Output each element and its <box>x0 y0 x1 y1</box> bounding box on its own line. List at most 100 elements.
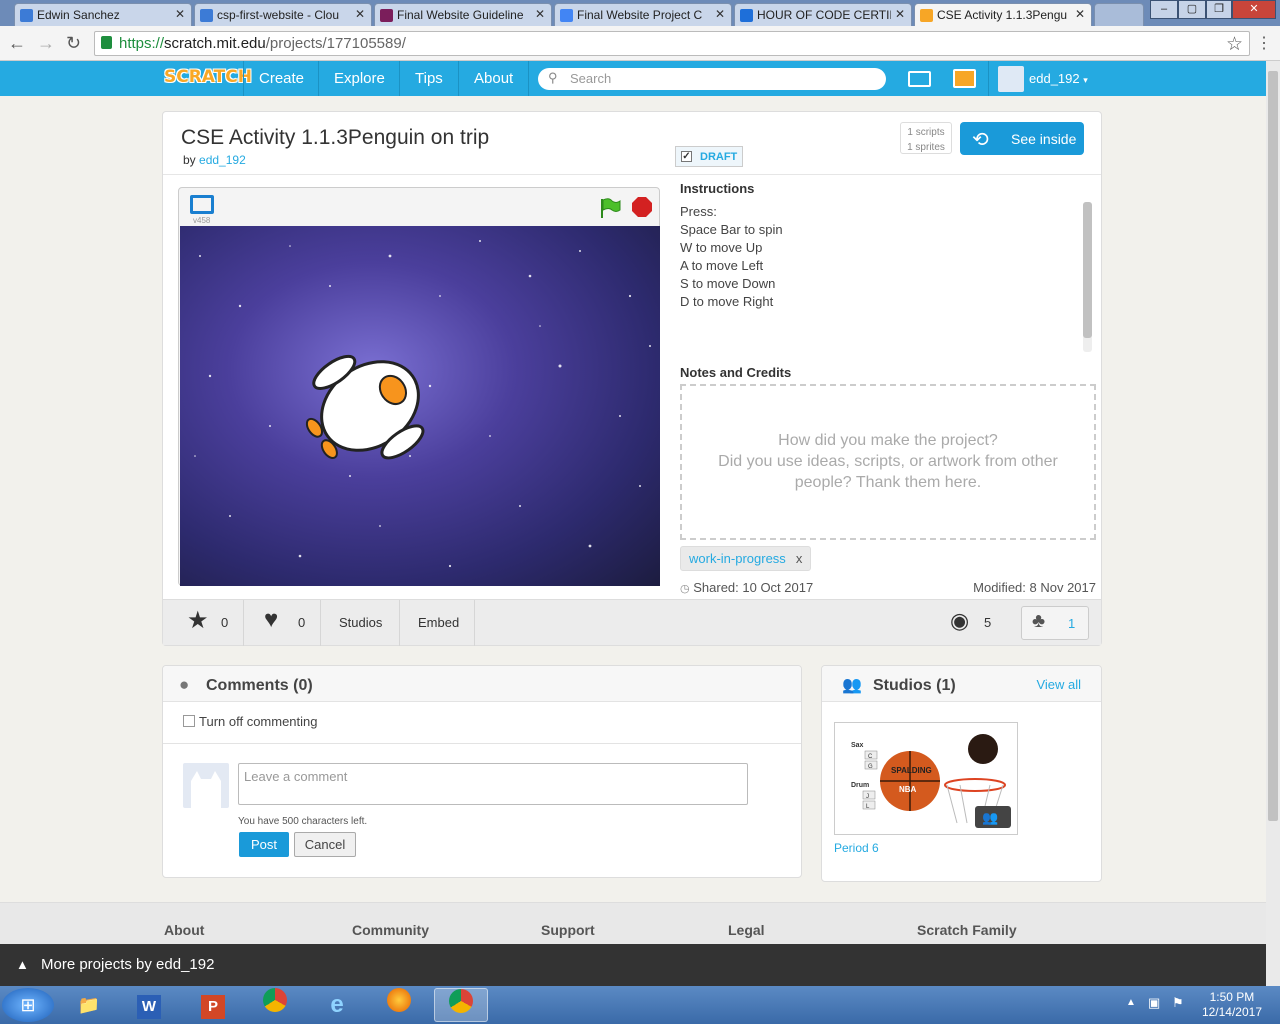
notes-placeholder: How did you make the project? <box>778 432 998 449</box>
turn-off-label: Turn off commenting <box>199 714 318 729</box>
file-explorer-icon[interactable]: 📁 <box>62 988 116 1022</box>
browser-tab[interactable]: csp-first-website - Clou ✕ <box>194 3 372 26</box>
close-icon[interactable]: ✕ <box>1075 7 1085 21</box>
powerpoint-icon[interactable]: P <box>186 988 240 1022</box>
messages-icon[interactable] <box>908 71 931 87</box>
studio-thumbnail[interactable]: Sax C G Drum J L SPALDING NBA 👥 <box>834 722 1018 835</box>
system-clock[interactable]: 1:50 PM 12/14/2017 <box>1202 990 1262 1020</box>
nav-create[interactable]: Create <box>259 70 304 87</box>
nav-about[interactable]: About <box>474 70 513 87</box>
firefox-icon[interactable] <box>372 988 426 1022</box>
internet-explorer-icon[interactable]: e <box>310 988 364 1022</box>
remix-tree-button[interactable]: ♣ 1 <box>1021 606 1089 640</box>
footer-scratch-family[interactable]: Scratch Family <box>917 922 1017 938</box>
nav-username[interactable]: edd_192 ▾ <box>1029 71 1088 86</box>
url-field[interactable]: https://scratch.mit.edu/projects/1771055… <box>94 31 1250 56</box>
maximize-button[interactable]: ❐ <box>1206 0 1232 19</box>
divider <box>163 743 801 744</box>
embed-button[interactable]: Embed <box>418 600 459 646</box>
tag-label[interactable]: work-in-progress <box>689 551 786 566</box>
close-icon[interactable]: ✕ <box>895 7 905 21</box>
chrome-icon[interactable] <box>248 988 302 1022</box>
search-input[interactable]: ⚲ Search <box>538 68 886 90</box>
tab-favicon-icon <box>740 9 753 22</box>
green-flag-icon[interactable] <box>599 197 621 219</box>
reload-icon[interactable]: ↻ <box>66 33 81 54</box>
tab-title: Final Website Project C <box>577 8 703 22</box>
studio-name-link[interactable]: Period 6 <box>834 841 879 855</box>
author-link[interactable]: edd_192 <box>199 153 246 167</box>
eye-icon: ◉ <box>950 608 970 633</box>
tag-remove-icon[interactable]: x <box>796 551 803 566</box>
comment-placeholder: Leave a comment <box>244 769 348 784</box>
remixes-count: 1 <box>1068 616 1076 631</box>
tray-chevron-icon[interactable]: ▲ <box>1126 997 1136 1008</box>
more-projects-bar[interactable]: ▲ More projects by edd_192 <box>0 944 1266 986</box>
stage-canvas[interactable] <box>180 226 660 586</box>
cancel-button[interactable]: Cancel <box>294 832 356 857</box>
site-footer: About Community Support Legal Scratch Fa… <box>0 902 1266 944</box>
chevron-down-icon: ▾ <box>1083 75 1088 85</box>
chrome-active-icon[interactable] <box>434 988 488 1022</box>
browser-tab[interactable]: Edwin Sanchez ✕ <box>14 3 192 26</box>
new-tab-button[interactable] <box>1094 3 1144 26</box>
scrollbar-thumb[interactable] <box>1083 202 1092 338</box>
stop-sign-icon[interactable] <box>631 196 653 218</box>
footer-legal[interactable]: Legal <box>728 922 765 938</box>
loves-count: 0 <box>298 615 306 630</box>
instructions-scrollbar[interactable] <box>1083 202 1092 352</box>
window-close-button[interactable]: ✕ <box>1232 0 1276 19</box>
stats-divider <box>243 600 244 646</box>
browser-tab[interactable]: Final Website Guideline ✕ <box>374 3 552 26</box>
nav-divider <box>528 61 529 96</box>
tab-title: csp-first-website - Clou <box>217 8 340 22</box>
browser-tab-active[interactable]: CSE Activity 1.1.3Pengu ✕ <box>914 3 1092 26</box>
start-button[interactable]: ⊞ <box>2 988 54 1022</box>
notes-field[interactable]: How did you make the project? Did you us… <box>680 384 1096 540</box>
tab-title: CSE Activity 1.1.3Pengu <box>937 8 1068 22</box>
nav-explore[interactable]: Explore <box>334 70 385 87</box>
close-icon[interactable]: ✕ <box>355 7 365 21</box>
tag-chip[interactable]: work-in-progress x <box>680 546 812 571</box>
scratch-logo[interactable]: SCRATCH <box>164 67 252 87</box>
browser-tab[interactable]: HOUR OF CODE CERTIF ✕ <box>734 3 912 26</box>
avatar[interactable] <box>998 66 1024 92</box>
project-stage: v458 <box>178 187 660 586</box>
footer-support[interactable]: Support <box>541 922 595 938</box>
close-icon[interactable]: ✕ <box>175 7 185 21</box>
tab-title: Edwin Sanchez <box>37 8 120 22</box>
nav-tips[interactable]: Tips <box>415 70 443 87</box>
footer-about[interactable]: About <box>164 922 204 938</box>
star-icon: ★ <box>187 607 209 634</box>
word-icon[interactable]: W <box>122 988 176 1022</box>
browser-tab[interactable]: Final Website Project C ✕ <box>554 3 732 26</box>
user-button[interactable]: ▢ <box>1178 0 1206 19</box>
project-title[interactable]: CSE Activity 1.1.3Penguin on trip <box>181 126 489 150</box>
triangle-up-icon: ▲ <box>16 957 29 972</box>
see-inside-label: See inside <box>1011 131 1077 147</box>
close-icon[interactable]: ✕ <box>535 7 545 21</box>
views-count: 5 <box>984 615 992 630</box>
comment-textarea[interactable]: Leave a comment <box>238 763 748 805</box>
flag-icon[interactable]: ⚑ <box>1172 995 1184 1011</box>
close-icon[interactable]: ✕ <box>715 7 725 21</box>
scrollbar-thumb[interactable] <box>1268 71 1278 821</box>
network-icon[interactable]: ▣ <box>1148 995 1160 1011</box>
studios-button[interactable]: Studios <box>339 600 382 646</box>
my-stuff-icon[interactable] <box>953 69 976 88</box>
post-button[interactable]: Post <box>239 832 289 857</box>
fullscreen-icon[interactable] <box>190 195 214 214</box>
checkbox[interactable] <box>183 715 195 727</box>
minimize-button[interactable]: – <box>1150 0 1178 19</box>
chrome-menu-icon[interactable]: ⋮ <box>1256 33 1272 53</box>
back-arrow-icon[interactable]: ← <box>8 33 26 54</box>
page-scrollbar[interactable] <box>1266 61 1280 986</box>
see-inside-button[interactable]: ⟲ See inside <box>960 122 1084 155</box>
view-all-link[interactable]: View all <box>1036 677 1081 692</box>
bookmark-star-icon[interactable]: ☆ <box>1226 33 1243 56</box>
address-bar-row: ← → ↻ https://scratch.mit.edu/projects/1… <box>0 26 1280 61</box>
forward-arrow-icon[interactable]: → <box>37 33 55 54</box>
turn-off-commenting[interactable]: Turn off commenting <box>183 714 318 729</box>
footer-community[interactable]: Community <box>352 922 429 938</box>
instructions-line: Space Bar to spin <box>680 222 783 237</box>
